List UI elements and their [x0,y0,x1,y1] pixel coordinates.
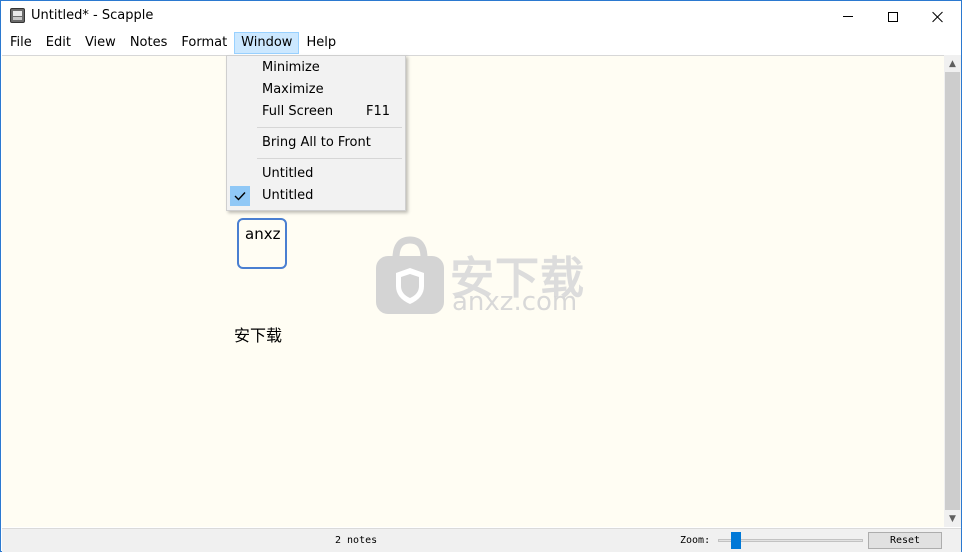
note-anxz[interactable]: anxz [237,218,287,269]
note-count: 2 notes [335,535,378,546]
menu-help[interactable]: Help [299,32,343,54]
reset-zoom-button[interactable]: Reset [868,532,942,549]
menu-item-minimize[interactable]: Minimize [227,57,405,79]
menu-separator [257,158,402,159]
menu-window[interactable]: Window [234,32,300,54]
menu-item-maximize[interactable]: Maximize [227,79,405,101]
status-bar: 2 notes Zoom: Reset [2,528,961,552]
window-title: Untitled* - Scapple [31,8,154,23]
checkmark-icon [230,186,250,206]
menu-item-label: Full Screen [262,104,334,119]
scroll-up-icon[interactable]: ▲ [944,55,961,72]
minimize-icon [843,16,853,17]
zoom-slider-thumb[interactable] [731,532,741,549]
vertical-scrollbar[interactable]: ▲ ▼ [944,55,961,527]
menu-item-untitled-2[interactable]: Untitled [227,185,405,207]
watermark-bag-icon [376,236,444,314]
note-text: anxz [245,225,281,243]
close-button[interactable] [915,1,961,32]
window-menu-dropdown: Minimize Maximize Full Screen F11 Bring … [226,55,406,211]
menu-item-shortcut: F11 [366,104,391,119]
menu-item-full-screen[interactable]: Full Screen F11 [227,101,405,123]
menu-item-bring-all-to-front[interactable]: Bring All to Front [227,132,405,154]
app-window: Untitled* - Scapple File Edit View Notes… [0,0,962,552]
scapple-canvas[interactable]: 安下载 anxz.com anxz 安下载 [2,55,944,527]
note-anxiazai[interactable]: 安下载 [234,322,282,346]
scroll-thumb[interactable] [945,72,960,510]
menu-item-label: Bring All to Front [262,135,371,150]
menu-item-label: Untitled [262,166,314,181]
menu-item-label: Untitled [262,188,314,203]
menu-bar: File Edit View Notes Format Window Help [1,32,961,54]
menu-file[interactable]: File [3,32,39,54]
maximize-icon [888,11,898,22]
scapple-app-icon[interactable] [10,8,25,23]
menu-item-label: Maximize [262,82,324,97]
menu-notes[interactable]: Notes [123,32,175,54]
watermark-text-en: anxz.com [452,287,578,317]
menu-separator [257,127,402,128]
menu-view[interactable]: View [78,32,123,54]
menu-item-untitled-1[interactable]: Untitled [227,163,405,185]
scroll-down-icon[interactable]: ▼ [944,510,961,527]
menu-edit[interactable]: Edit [39,32,78,54]
zoom-label: Zoom: [680,535,711,546]
menu-format[interactable]: Format [174,32,234,54]
minimize-button[interactable] [825,1,871,32]
title-bar[interactable]: Untitled* - Scapple [1,1,961,32]
menu-item-label: Minimize [262,60,320,75]
close-icon [932,11,944,23]
maximize-button[interactable] [870,1,916,32]
